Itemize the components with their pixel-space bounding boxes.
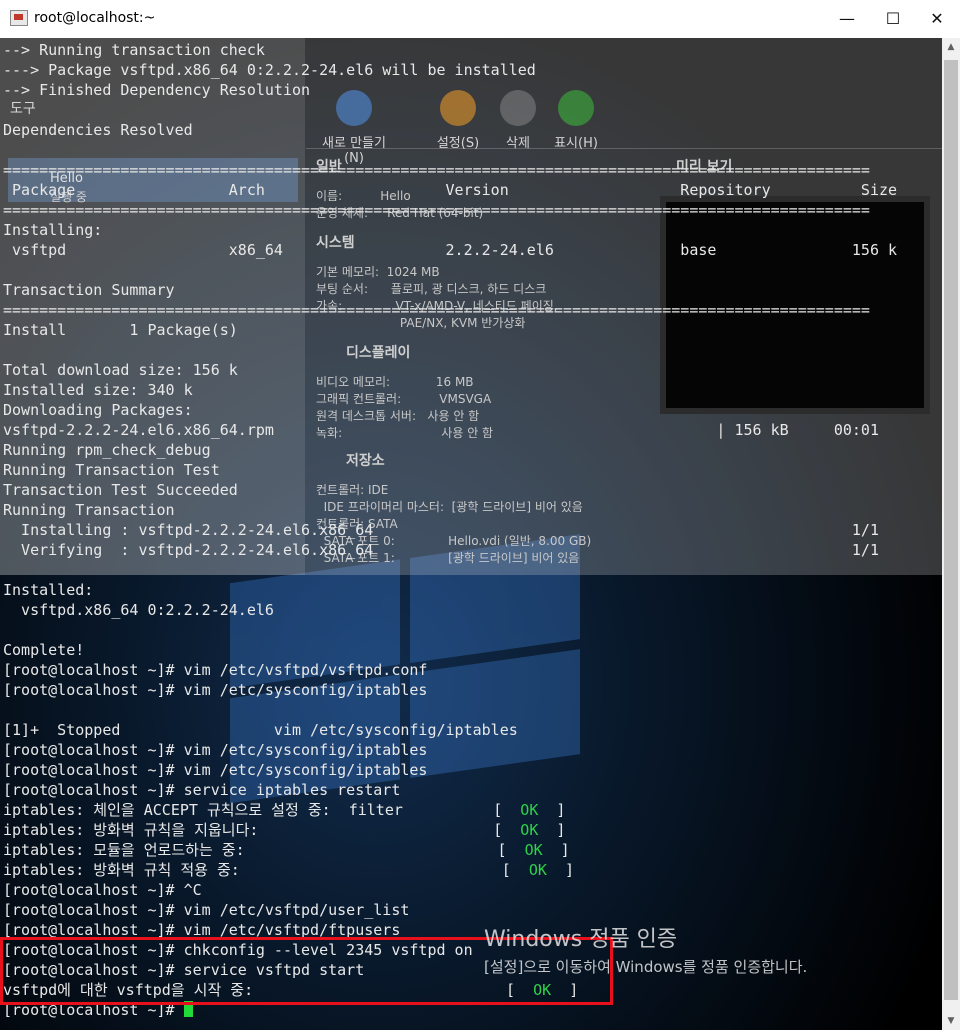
terminal-line: Verifying : vsftpd-2.2.2-24.el6.x86_64 1… <box>3 541 879 559</box>
window-title: root@localhost:~ <box>34 10 156 26</box>
iptables-status-line: iptables: 방화벽 규칙 적용 중: [ OK ] <box>3 860 897 880</box>
terminal-line: Running Transaction <box>3 501 175 519</box>
minimize-button[interactable]: — <box>824 0 870 38</box>
terminal-line: Transaction Test Succeeded <box>3 481 238 499</box>
terminal-line: Installed: <box>3 581 94 599</box>
terminal-line: ---> Package vsftpd.x86_64 0:2.2.2-24.el… <box>3 61 536 79</box>
terminal-line: [root@localhost ~]# vim /etc/sysconfig/i… <box>3 681 428 699</box>
scrollbar-thumb[interactable] <box>944 60 958 1000</box>
ok-status: OK <box>520 801 539 819</box>
ok-bracket: ] <box>538 821 566 839</box>
ok-status: OK <box>524 841 543 859</box>
ok-bracket: ] <box>538 801 566 819</box>
ok-status: OK <box>528 861 547 879</box>
terminal-line: Running rpm_check_debug <box>3 441 211 459</box>
ok-bracket: ] <box>542 841 570 859</box>
iptables-status-line: iptables: 체인을 ACCEPT 규칙으로 설정 중: filter [… <box>3 800 897 820</box>
terminal-line: Install 1 Package(s) <box>3 321 238 339</box>
terminal-line: Installing : vsftpd-2.2.2-24.el6.x86_64 … <box>3 521 879 539</box>
activation-title: Windows 정품 인증 <box>484 927 678 952</box>
terminal-line: Complete! <box>3 641 85 659</box>
iptables-status-line: iptables: 모듈을 언로드하는 중: [ OK ] <box>3 840 897 860</box>
windows-activation-watermark: Windows 정품 인증 [설정]으로 이동하여 Windows를 정품 인증… <box>484 926 807 978</box>
scroll-down-arrow-icon[interactable]: ▼ <box>942 1012 960 1030</box>
terminal-line: vsftpd x86_64 2.2.2-24.el6 base 156 k <box>3 241 898 259</box>
terminal-line: Total download size: 156 k <box>3 361 238 379</box>
terminal-line: Package Arch Version Repository Size <box>3 181 898 199</box>
terminal-area[interactable]: 도구 Hello 실행 중 새로 만들기(N) 설정(S) 삭제 표시(H) 일… <box>0 38 942 1030</box>
terminal-line: Dependencies Resolved <box>3 121 193 139</box>
terminal-line: [root@localhost ~]# vim /etc/sysconfig/i… <box>3 741 428 759</box>
terminal-line: vsftpd-2.2.2-24.el6.x86_64.rpm | 156 kB … <box>3 421 879 439</box>
window-titlebar[interactable]: root@localhost:~ — ☐ ✕ <box>0 0 960 39</box>
terminal-line: [root@localhost ~]# vim /etc/vsftpd/user… <box>3 901 410 919</box>
terminal-line: ========================================… <box>3 161 870 179</box>
terminal-line: [root@localhost ~]# vim /etc/vsftpd/vsft… <box>3 661 428 679</box>
terminal-line: --> Running transaction check <box>3 41 265 59</box>
putty-app-icon[interactable] <box>10 10 28 26</box>
iptables-step-text: iptables: 체인을 ACCEPT 규칙으로 설정 중: filter [ <box>3 801 521 819</box>
terminal-output: --> Running transaction check ---> Packag… <box>3 40 897 1020</box>
terminal-line: ========================================… <box>3 201 870 219</box>
terminal-line: Installing: <box>3 221 103 239</box>
ok-status: OK <box>520 821 539 839</box>
terminal-line: [root@localhost ~]# service iptables res… <box>3 781 401 799</box>
terminal-line: Transaction Summary <box>3 281 175 299</box>
terminal-line: Running Transaction Test <box>3 461 220 479</box>
iptables-step-text: iptables: 방화벽 규칙 적용 중: [ <box>3 861 529 879</box>
close-button[interactable]: ✕ <box>914 0 960 38</box>
terminal-line: --> Finished Dependency Resolution <box>3 81 311 99</box>
iptables-status-line: iptables: 방화벽 규칙을 지웁니다: [ OK ] <box>3 820 897 840</box>
activation-subtitle: [설정]으로 이동하여 Windows를 정품 인증합니다. <box>484 958 808 976</box>
terminal-line: Downloading Packages: <box>3 401 193 419</box>
terminal-line: vsftpd.x86_64 0:2.2.2-24.el6 <box>3 601 274 619</box>
terminal-line: [root@localhost ~]# ^C <box>3 881 202 899</box>
iptables-step-text: iptables: 방화벽 규칙을 지웁니다: [ <box>3 821 521 839</box>
terminal-line: [root@localhost ~]# vim /etc/sysconfig/i… <box>3 761 428 779</box>
iptables-step-text: iptables: 모듈을 언로드하는 중: [ <box>3 841 525 859</box>
terminal-line: [1]+ Stopped vim /etc/sysconfig/iptables <box>3 721 518 739</box>
ok-bracket: ] <box>546 861 574 879</box>
vertical-scrollbar[interactable]: ▲ ▼ <box>942 38 960 1030</box>
scroll-up-arrow-icon[interactable]: ▲ <box>942 38 960 56</box>
terminal-line: Installed size: 340 k <box>3 381 193 399</box>
maximize-button[interactable]: ☐ <box>870 0 916 38</box>
terminal-line: ========================================… <box>3 301 870 319</box>
